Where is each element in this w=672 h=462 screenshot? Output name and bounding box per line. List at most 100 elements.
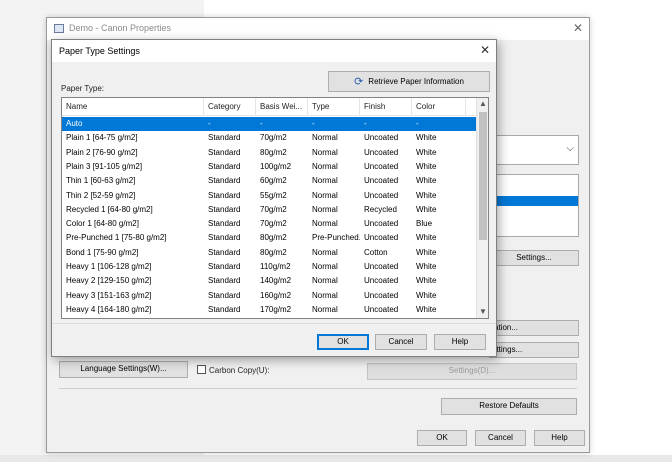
table-row[interactable]: Heavy 4 [164-180 g/m2] Standard 170g/m2 Nor… <box>62 303 478 317</box>
output-method-dropdown[interactable]: ⌵ <box>494 135 579 165</box>
table-cell: Normal <box>312 147 338 157</box>
table-row[interactable]: Auto - - - - - <box>62 117 478 131</box>
table-cell: Blue <box>416 219 433 229</box>
table-row[interactable]: Thin 2 [52-59 g/m2] Standard 55g/m2 Normal U… <box>62 189 478 203</box>
partial-button-2[interactable]: ettings... <box>489 342 579 358</box>
table-cell: Standard <box>208 276 241 286</box>
table-cell: - <box>364 119 367 128</box>
dialog-title: Paper Type Settings <box>59 46 140 56</box>
table-cell: White <box>416 204 437 214</box>
window-ok-button[interactable]: OK <box>417 430 467 446</box>
table-row[interactable]: Recycled 1 [64-80 g/m2] Standard 70g/m2 Nor… <box>62 203 478 217</box>
language-settings-button[interactable]: Language Settings(W)... <box>59 361 188 378</box>
table-cell: 140g/m2 <box>260 276 292 286</box>
refresh-icon: ⟳ <box>354 76 364 88</box>
table-cell: Pre-Punched 1 [75-80 g/m2] <box>66 233 167 243</box>
paper-type-list[interactable]: Name Category Basis Wei... Type Finish Color … <box>61 97 489 319</box>
table-row[interactable]: Heavy 1 [106-128 g/m2] Standard 110g/m2 Nor… <box>62 260 478 274</box>
table-row[interactable]: Plain 3 [91-105 g/m2] Standard 100g/m2 Norm… <box>62 160 478 174</box>
table-cell: 110g/m2 <box>260 262 291 271</box>
table-row[interactable]: Pre-Punched 1 [75-80 g/m2] Standard 80g/m2… <box>62 231 478 245</box>
table-cell: Standard <box>208 147 241 157</box>
window-cancel-button[interactable]: Cancel <box>475 430 526 446</box>
scroll-thumb[interactable] <box>479 112 487 240</box>
table-cell: Normal <box>312 304 338 314</box>
table-cell: 55g/m2 <box>260 190 287 200</box>
table-cell: Recycled <box>364 204 397 214</box>
partial-button-1[interactable]: ation... <box>489 320 579 336</box>
table-cell: Recycled 1 [64-80 g/m2] <box>66 204 153 214</box>
retrieve-label: Retrieve Paper Information <box>368 77 464 86</box>
table-cell: - <box>260 119 263 128</box>
column-header[interactable]: Name <box>62 98 204 116</box>
dialog-button-bar: OK Cancel Help <box>52 323 496 358</box>
table-cell: Normal <box>312 276 338 286</box>
table-row[interactable]: Thin 1 [60-63 g/m2] Standard 60g/m2 Normal U… <box>62 174 478 188</box>
scroll-up-icon[interactable]: ▲ <box>477 98 488 110</box>
table-cell: 80g/m2 <box>260 247 287 257</box>
paper-type-label: Paper Type: <box>61 84 104 93</box>
table-cell: 100g/m2 <box>260 161 292 171</box>
table-row[interactable]: Heavy 3 [151-163 g/m2] Standard 160g/m2 Nor… <box>62 289 478 303</box>
table-cell: Uncoated <box>364 219 399 229</box>
column-header[interactable]: Type <box>308 98 360 116</box>
profile-list-selected-row[interactable] <box>495 196 578 206</box>
table-cell: Normal <box>312 204 338 214</box>
table-cell: Normal <box>312 262 338 271</box>
list-scrollbar[interactable]: ▲ ▼ <box>476 98 488 318</box>
table-cell: Standard <box>208 304 241 314</box>
column-header[interactable]: Finish <box>360 98 412 116</box>
table-cell: Standard <box>208 219 241 229</box>
table-cell: Normal <box>312 247 338 257</box>
properties-titlebar: Demo - Canon Properties ✕ <box>47 18 589 40</box>
dialog-help-button[interactable]: Help <box>434 334 486 350</box>
dialog-close-icon[interactable]: ✕ <box>480 43 490 57</box>
table-cell: 70g/m2 <box>260 133 287 143</box>
table-cell: Uncoated <box>364 133 399 143</box>
table-row[interactable]: Bond 1 [75-90 g/m2] Standard 80g/m2 Normal C… <box>62 246 478 260</box>
table-cell: 60g/m2 <box>260 176 287 186</box>
table-cell: White <box>416 161 437 171</box>
table-cell: Cotton <box>364 247 388 257</box>
window-help-button[interactable]: Help <box>534 430 585 446</box>
column-header[interactable]: Category <box>204 98 256 116</box>
table-cell: Standard <box>208 133 241 143</box>
properties-close-icon[interactable]: ✕ <box>573 21 583 35</box>
table-cell: Heavy 2 [129-150 g/m2] <box>66 276 152 286</box>
table-cell: Pre-Punched... <box>312 233 360 243</box>
table-cell: 80g/m2 <box>260 233 287 243</box>
dialog-cancel-button[interactable]: Cancel <box>375 334 427 350</box>
table-cell: Heavy 3 [151-163 g/m2] <box>66 290 152 300</box>
table-row[interactable]: Color 1 [64-80 g/m2] Standard 70g/m2 Normal… <box>62 217 478 231</box>
carbon-copy-checkbox[interactable] <box>197 365 206 374</box>
table-cell: White <box>416 247 437 257</box>
retrieve-paper-info-button[interactable]: ⟳ Retrieve Paper Information <box>328 71 490 92</box>
table-row[interactable]: Plain 2 [76-90 g/m2] Standard 80g/m2 Normal… <box>62 146 478 160</box>
table-cell: Uncoated <box>364 262 399 271</box>
table-cell: White <box>416 262 437 271</box>
settings-button[interactable]: Settings... <box>489 250 579 266</box>
column-header[interactable]: Basis Wei... <box>256 98 308 116</box>
table-cell: Thin 2 [52-59 g/m2] <box>66 190 136 200</box>
table-cell: Uncoated <box>364 176 399 186</box>
table-cell: 80g/m2 <box>260 147 287 157</box>
table-cell: Heavy 4 [164-180 g/m2] <box>66 304 152 314</box>
desktop-bottom-strip <box>0 455 672 462</box>
table-cell: Standard <box>208 290 241 300</box>
table-cell: Plain 1 [64-75 g/m2] <box>66 133 138 143</box>
table-cell: 70g/m2 <box>260 204 287 214</box>
table-cell: White <box>416 233 437 243</box>
dialog-ok-button[interactable]: OK <box>317 334 369 350</box>
scroll-down-icon[interactable]: ▼ <box>477 306 488 318</box>
table-row[interactable]: Plain 1 [64-75 g/m2] Standard 70g/m2 Normal… <box>62 131 478 145</box>
restore-defaults-button[interactable]: Restore Defaults <box>441 398 577 415</box>
table-cell: - <box>416 119 419 128</box>
carbon-copy-settings-button[interactable]: Settings(D)... <box>367 363 577 380</box>
profile-list[interactable] <box>494 174 579 237</box>
table-row[interactable]: Heavy 2 [129-150 g/m2] Standard 140g/m2 Nor… <box>62 274 478 288</box>
printer-icon <box>54 24 64 33</box>
table-cell: Standard <box>208 247 241 257</box>
table-cell: Standard <box>208 233 241 243</box>
column-header[interactable]: Color <box>412 98 466 116</box>
table-cell: Standard <box>208 161 241 171</box>
